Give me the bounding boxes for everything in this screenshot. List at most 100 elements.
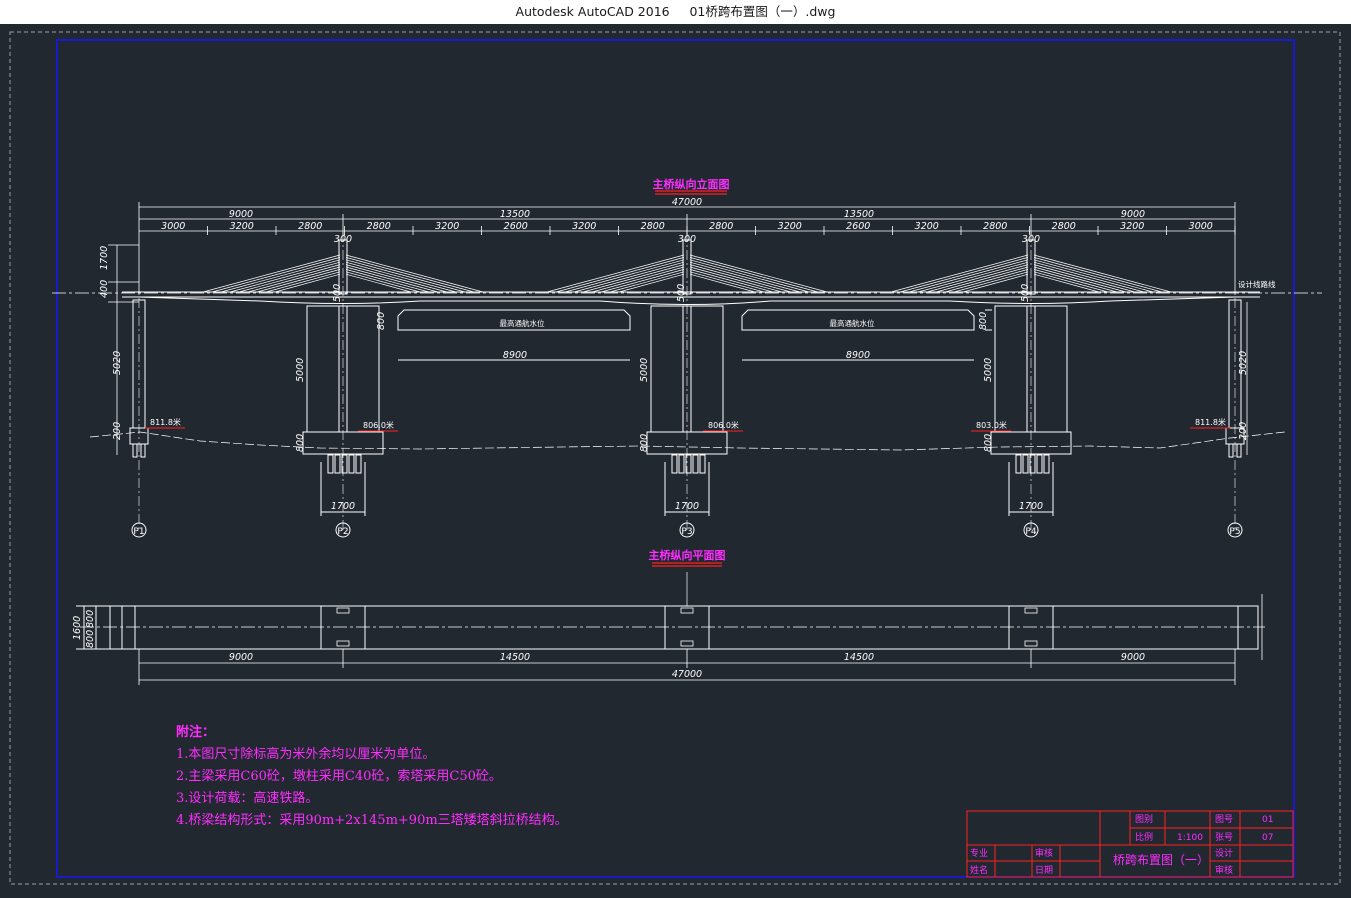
- note-3: 3.设计荷载：高速铁路。: [176, 791, 319, 806]
- title-block: [966, 810, 1294, 878]
- pylon-2: 300 500: [546, 232, 828, 530]
- span-dim-1: 9000: [229, 209, 253, 220]
- tower-top-dim-3: 300: [1022, 234, 1040, 245]
- ground-elevation-3: 806.0米: [708, 420, 739, 430]
- foundation-depth-2: 800: [295, 434, 306, 452]
- cable-spacing-16: 3000: [1189, 221, 1213, 232]
- cable-spacing-8: 2800: [641, 221, 665, 232]
- ground-elevation-2: 806.0米: [363, 420, 394, 430]
- tb-sheet-label: 张号: [1215, 832, 1233, 843]
- total-length-dim: 47000: [672, 197, 702, 208]
- cable-spacing-5: 3200: [435, 221, 459, 232]
- plan-width-lower: 800: [85, 630, 96, 648]
- span-dim-4: 9000: [1121, 209, 1145, 220]
- tb-scale-label: 比例: [1135, 831, 1153, 843]
- foundation-width-2: 1700: [331, 501, 355, 512]
- foundation-width-3: 1700: [675, 501, 699, 512]
- cable-spacing-15: 3200: [1120, 221, 1144, 232]
- nav-clearance-1: 800: [376, 312, 387, 330]
- water-level-label-1: 最高通航水位: [500, 318, 545, 328]
- foundation-width-4: 1700: [1019, 501, 1043, 512]
- tower-side-dim-3: 500: [1020, 284, 1031, 302]
- end-pier-height-right: 5020: [1238, 351, 1249, 375]
- plan-span-1: 9000: [229, 652, 253, 663]
- cable-spacing-1: 3000: [161, 221, 185, 232]
- ground-elevation-4: 803.0米: [976, 420, 1007, 430]
- tower-side-dim-1: 500: [332, 284, 343, 302]
- end-pier-P1: [129, 298, 149, 530]
- cable-spacing-4: 2800: [367, 221, 391, 232]
- cable-spacing-2: 3200: [230, 221, 254, 232]
- ground-elevation-5: 811.8米: [1195, 417, 1226, 427]
- cable-spacing-13: 2800: [983, 221, 1007, 232]
- plan-span-2: 14500: [500, 652, 530, 663]
- tower-top-dim-2: 300: [678, 234, 696, 245]
- tb-scale-value: 1:100: [1177, 833, 1203, 843]
- plan-width-upper: 800: [85, 610, 96, 628]
- foundation-depth-3: 800: [639, 434, 650, 452]
- span-dim-3: 13500: [844, 209, 874, 220]
- pier-id-2: P2: [337, 527, 348, 537]
- cable-spacing-3: 2800: [298, 221, 322, 232]
- notes-heading: 附注：: [176, 725, 216, 740]
- window-title-bar: Autodesk AutoCAD 2016 01桥跨布置图（一）.dwg: [0, 0, 1351, 24]
- plan-span-3: 14500: [844, 652, 874, 663]
- tb-date-label: 日期: [1035, 865, 1053, 876]
- foundation-depth-4: 800: [983, 434, 994, 452]
- pier-height-2: 5000: [295, 358, 306, 382]
- tb-check2-label: 审核: [1035, 847, 1053, 859]
- tb-major-label: 专业: [970, 847, 988, 859]
- tb-figure-value: 01: [1262, 815, 1273, 825]
- pier-height-3: 5000: [639, 358, 650, 382]
- cable-spacing-6: 2600: [504, 221, 528, 232]
- tb-drawing-title: 桥跨布置图（一）: [1113, 853, 1209, 867]
- pylon-3: 300 500: [890, 232, 1172, 530]
- nav-width-2: 8900: [846, 350, 870, 361]
- tower-height-dim: 1700: [99, 246, 110, 270]
- tb-name-label: 姓名: [970, 864, 988, 876]
- ground-line: [89, 431, 1286, 451]
- tower-top-dim-1: 300: [334, 234, 352, 245]
- app-name: Autodesk AutoCAD 2016: [515, 4, 670, 19]
- plan-total-length: 47000: [672, 669, 702, 680]
- pier-id-5: P5: [1229, 527, 1240, 537]
- pylon-1: 300 500: [202, 232, 484, 530]
- water-level-label-2: 最高通航水位: [830, 318, 875, 328]
- tb-figure-label: 图号: [1215, 814, 1233, 825]
- tower-side-dim-2: 500: [676, 284, 687, 302]
- file-name: 01桥跨布置图（一）.dwg: [689, 4, 836, 19]
- nav-width-1: 8900: [503, 350, 527, 361]
- cable-spacing-dims: 3000 3200 2800 2800 3200 2600 3200 2800 2800 3200…: [161, 221, 1236, 235]
- drawing-canvas[interactable]: 主桥纵向立面图 47000 9000 13500 13500 9000 3000…: [0, 24, 1351, 898]
- elevation-title: 主桥纵向立面图: [653, 177, 730, 191]
- pier-height-4: 5000: [983, 358, 994, 382]
- tb-sheet-value: 07: [1262, 833, 1273, 843]
- tb-check-label: 审核: [1215, 864, 1233, 876]
- cable-spacing-12: 3200: [915, 221, 939, 232]
- design-line-label: 设计线路线: [1238, 279, 1276, 289]
- nav-clearance-2: 800: [978, 312, 989, 330]
- plan-width-total: 1600: [72, 616, 83, 640]
- deck-height-dim: 400: [99, 280, 110, 298]
- pier-id-3: P3: [681, 527, 692, 537]
- bottom-dim-left: 200: [112, 422, 123, 440]
- end-pier-height-left: 5020: [112, 351, 123, 375]
- cable-spacing-10: 3200: [778, 221, 802, 232]
- plan-title: 主桥纵向平面图: [649, 548, 726, 562]
- cable-spacing-11: 2600: [846, 221, 870, 232]
- note-4: 4.桥梁结构形式：采用90m+2x145m+90m三塔矮塔斜拉桥结构。: [176, 813, 568, 828]
- cable-spacing-7: 3200: [572, 221, 596, 232]
- cable-spacing-9: 2800: [709, 221, 733, 232]
- plan-span-4: 9000: [1121, 652, 1145, 663]
- note-1: 1.本图尺寸除标高为米外余均以厘米为单位。: [176, 747, 436, 762]
- pylons: 300 500 300 500 300 500: [202, 232, 1172, 530]
- pier-id-4: P4: [1025, 527, 1036, 537]
- tb-design-label: 设计: [1215, 847, 1233, 859]
- plan-deck: [76, 605, 1259, 650]
- pier-id-1: P1: [133, 527, 144, 537]
- tb-draft-label: 图别: [1135, 814, 1153, 825]
- end-pier-P5: [1225, 298, 1245, 530]
- span-dim-2: 13500: [500, 209, 530, 220]
- cable-spacing-14: 2800: [1052, 221, 1076, 232]
- note-2: 2.主梁采用C60砼，墩柱采用C40砼，索塔采用C50砼。: [176, 769, 502, 784]
